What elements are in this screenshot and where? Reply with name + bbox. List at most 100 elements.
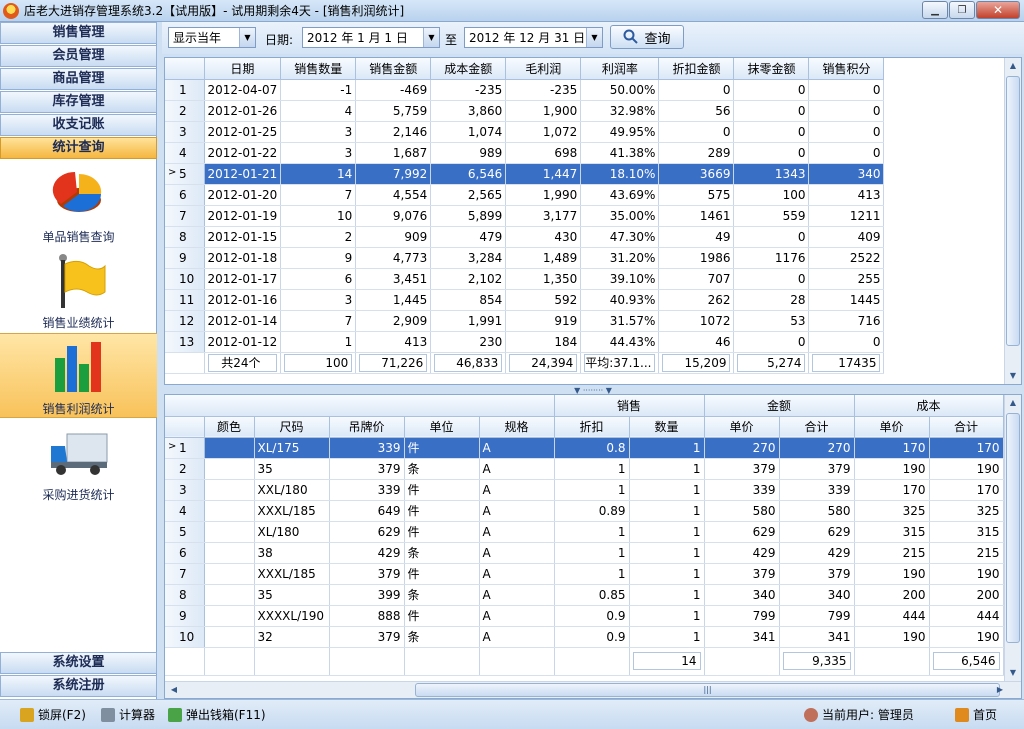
column-header[interactable]: 数量 <box>629 416 705 438</box>
table-row[interactable]: 1 2012-04-07 -1 -469 -235 -235 50.00% 0 0 0 <box>165 79 885 101</box>
date-to-picker[interactable]: 2012 年 12 月 31 日 ▼ <box>464 27 603 48</box>
table-row[interactable]: 10 2012-01-17 6 3,451 2,102 1,350 39.10% 707 0 25… <box>165 268 885 290</box>
table-cell: 0 <box>733 268 810 290</box>
nav-inventory-management[interactable]: 库存管理 <box>0 91 157 113</box>
table-row[interactable]: 11 2012-01-16 3 1,445 854 592 40.93% 262 28 1445 <box>165 289 885 311</box>
table-row[interactable]: 2 2012-01-26 4 5,759 3,860 1,900 32.98% 56 0 0 <box>165 100 885 122</box>
home-button[interactable]: 首页 <box>955 706 997 723</box>
table-cell: 3,284 <box>430 247 507 269</box>
column-header[interactable]: 利润率 <box>580 58 660 80</box>
column-header[interactable]: 颜色 <box>204 416 255 438</box>
column-header[interactable]: 日期 <box>204 58 282 80</box>
calculator-button[interactable]: 计算器 <box>101 706 155 723</box>
column-header[interactable]: 销售积分 <box>808 58 885 80</box>
summary-cell: 71,226 <box>355 352 432 374</box>
table-row[interactable]: 9 XXXXL/190 888 件 A 0.9 1 799 799 444 444 <box>165 605 1004 627</box>
chevron-down-icon[interactable]: ▼ <box>239 28 255 47</box>
table-cell: 2522 <box>808 247 885 269</box>
column-header[interactable]: 毛利润 <box>505 58 582 80</box>
scroll-up-icon[interactable]: ▲ <box>1006 58 1020 74</box>
nav-accounting[interactable]: 收支记账 <box>0 114 157 136</box>
column-header[interactable]: 折扣 <box>554 416 630 438</box>
table-row[interactable]: 3 2012-01-25 3 2,146 1,074 1,072 49.95% 0 0 0 <box>165 121 885 143</box>
table-row[interactable]: 10 32 379 条 A 0.9 1 341 341 190 190 <box>165 626 1004 648</box>
top-grid-scroll-thumb[interactable] <box>1006 76 1020 346</box>
table-cell: 4 <box>280 100 357 122</box>
table-row[interactable]: 3 XXL/180 339 件 A 1 1 339 339 170 170 <box>165 479 1004 501</box>
column-header[interactable]: 单位 <box>404 416 480 438</box>
tool-sales-performance[interactable]: 销售业绩统计 <box>0 248 157 333</box>
bottom-grid-vscrollbar[interactable]: ▲ ▼ <box>1004 395 1021 681</box>
lock-screen-button[interactable]: 锁屏(F2) <box>20 706 86 723</box>
column-header[interactable]: 折扣金额 <box>658 58 735 80</box>
column-header[interactable]: 成本金额 <box>430 58 507 80</box>
search-icon <box>623 29 639 44</box>
tool-purchase-stats[interactable]: 采购进货统计 <box>0 420 157 505</box>
row-number: 11 <box>165 289 205 311</box>
column-header[interactable]: 合计 <box>929 416 1004 438</box>
nav-system-settings[interactable]: 系统设置 <box>0 652 157 674</box>
date-from-picker[interactable]: 2012 年 1 月 1 日 ▼ <box>302 27 440 48</box>
table-cell: 315 <box>854 521 930 543</box>
cashbox-button[interactable]: 弹出钱箱(F11) <box>168 706 266 723</box>
pie-chart-icon <box>52 171 101 212</box>
restore-button[interactable]: ❐ <box>949 1 975 19</box>
table-row[interactable]: >5 2012-01-21 14 7,992 6,546 1,447 18.10% 3669 1… <box>165 163 885 185</box>
column-header[interactable]: 合计 <box>779 416 855 438</box>
row-number: 9 <box>165 605 205 627</box>
nav-member-management[interactable]: 会员管理 <box>0 45 157 67</box>
grid-splitter[interactable]: ▼ ········ ▼ <box>162 387 1024 395</box>
table-row[interactable]: 6 38 429 条 A 1 1 429 429 215 215 <box>165 542 1004 564</box>
top-grid-vscrollbar[interactable]: ▲ ▼ <box>1004 58 1021 384</box>
table-cell: A <box>479 563 555 585</box>
column-header[interactable]: 规格 <box>479 416 555 438</box>
column-header[interactable]: 抹零金额 <box>733 58 810 80</box>
table-row[interactable]: 12 2012-01-14 7 2,909 1,991 919 31.57% 1072 53 71… <box>165 310 885 332</box>
nav-system-register[interactable]: 系统注册 <box>0 675 157 697</box>
column-header[interactable]: 销售数量 <box>280 58 357 80</box>
scroll-up-icon[interactable]: ▲ <box>1006 395 1020 411</box>
period-select[interactable]: 显示当年 ▼ <box>168 27 256 48</box>
scroll-right-icon[interactable]: ▶ <box>993 682 1007 698</box>
truck-icon <box>50 433 107 475</box>
nav-statistics-query[interactable]: 统计查询 <box>0 137 157 159</box>
column-header[interactable]: 尺码 <box>254 416 330 438</box>
table-cell: XXXXL/190 <box>254 605 330 627</box>
column-header[interactable]: 销售金额 <box>355 58 432 80</box>
table-cell: A <box>479 500 555 522</box>
toolbar: 显示当年 ▼ 日期: 2012 年 1 月 1 日 ▼ 至 2012 年 12 … <box>162 22 1024 54</box>
scroll-down-icon[interactable]: ▼ <box>1006 665 1020 681</box>
bottom-grid-scroll-thumb[interactable] <box>1006 413 1020 643</box>
tool-product-sales-query[interactable]: 单品销售查询 <box>0 162 157 247</box>
nav-sales-management[interactable]: 销售管理 <box>0 22 157 44</box>
table-row[interactable]: 7 XXXL/185 379 件 A 1 1 379 379 190 190 <box>165 563 1004 585</box>
query-button[interactable]: 查询 <box>610 25 684 49</box>
tool-sales-profit[interactable]: 销售利润统计 <box>0 333 157 418</box>
chevron-down-icon[interactable]: ▼ <box>586 28 602 47</box>
summary-value: 100 <box>284 353 353 372</box>
nav-product-management[interactable]: 商品管理 <box>0 68 157 90</box>
column-header[interactable]: 单价 <box>704 416 780 438</box>
table-cell: 2012-01-20 <box>204 184 282 206</box>
table-row[interactable]: 8 2012-01-15 2 909 479 430 47.30% 49 0 409 <box>165 226 885 248</box>
bottom-grid-hscrollbar[interactable]: ◀ ||| ▶ <box>165 681 1021 698</box>
chevron-down-icon[interactable]: ▼ <box>423 28 439 47</box>
column-header[interactable]: 吊牌价 <box>329 416 405 438</box>
table-row[interactable]: 4 XXXL/185 649 件 A 0.89 1 580 580 325 325 <box>165 500 1004 522</box>
table-row[interactable]: >1 XL/175 339 件 A 0.8 1 270 270 170 170 <box>165 437 1004 459</box>
column-header[interactable]: 单价 <box>854 416 930 438</box>
table-row[interactable]: 2 35 379 条 A 1 1 379 379 190 190 <box>165 458 1004 480</box>
table-row[interactable]: 9 2012-01-18 9 4,773 3,284 1,489 31.20% 1986 117… <box>165 247 885 269</box>
table-row[interactable]: 6 2012-01-20 7 4,554 2,565 1,990 43.69% 575 100 4… <box>165 184 885 206</box>
table-row[interactable]: 4 2012-01-22 3 1,687 989 698 41.38% 289 0 0 <box>165 142 885 164</box>
table-row[interactable]: 5 XL/180 629 件 A 1 1 629 629 315 315 <box>165 521 1004 543</box>
minimize-button[interactable]: ▁ <box>922 1 948 19</box>
scroll-left-icon[interactable]: ◀ <box>167 682 181 698</box>
bottom-grid-hscroll-thumb[interactable]: ||| <box>415 683 1000 697</box>
table-cell: 3 <box>280 121 357 143</box>
table-row[interactable]: 13 2012-01-12 1 413 230 184 44.43% 46 0 0 <box>165 331 885 353</box>
table-row[interactable]: 8 35 399 条 A 0.85 1 340 340 200 200 <box>165 584 1004 606</box>
close-button[interactable]: ✕ <box>976 1 1020 19</box>
table-row[interactable]: 7 2012-01-19 10 9,076 5,899 3,177 35.00% 1461 55… <box>165 205 885 227</box>
scroll-down-icon[interactable]: ▼ <box>1006 368 1020 384</box>
